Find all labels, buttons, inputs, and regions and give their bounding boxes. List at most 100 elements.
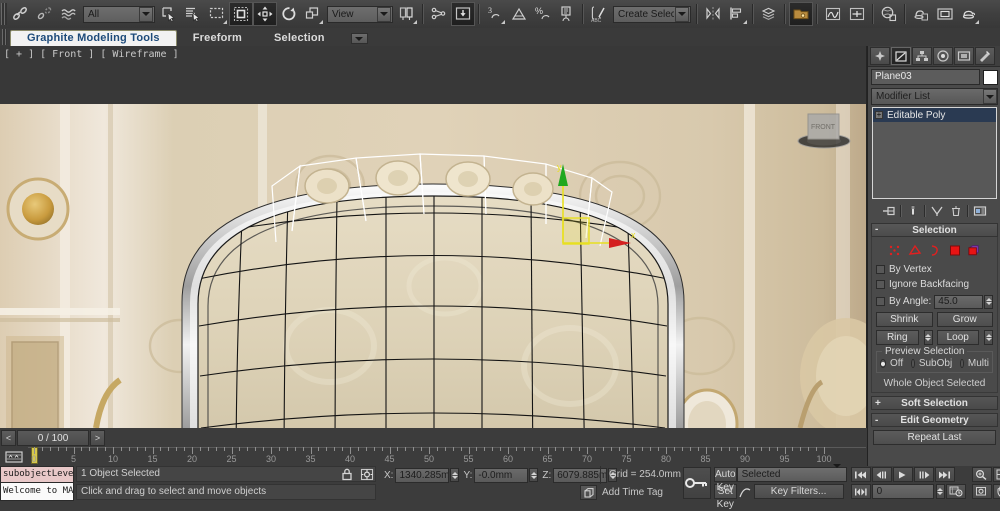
selection-rollout-header[interactable]: - Selection [871,223,998,237]
ring-spinner[interactable] [923,330,933,345]
previous-frame-nudge-button[interactable]: < [1,429,16,446]
make-unique-button[interactable] [929,204,945,219]
loop-button[interactable]: Loop [936,330,979,345]
unlink-selection-button[interactable] [33,2,57,26]
by-angle-spinner[interactable] [984,294,993,309]
polygon-level-button[interactable] [947,243,962,257]
ribbon-tab-selection[interactable]: Selection [258,30,341,46]
y-spinner[interactable] [529,468,539,482]
viewport-label[interactable]: [ + ] [ Front ] [ Wireframe ] [4,49,179,60]
show-end-result-button[interactable] [905,204,921,219]
go-to-end-button[interactable] [934,467,955,482]
selection-filter-arrow[interactable] [139,6,153,22]
remove-modifier-button[interactable] [948,204,964,219]
play-animation-button[interactable] [892,467,913,482]
field-of-view-button[interactable] [971,484,992,499]
track-bar-ruler[interactable]: 0 5 10 15 20 25 30 35 40 45 50 55 60 65 70 75 80 85 90 95 10… [28,447,866,466]
window-crossing-button[interactable] [229,2,253,26]
ribbon-tab-freeform[interactable]: Freeform [177,30,258,46]
time-configuration-button[interactable] [945,484,966,499]
ignore-backfacing-checkbox[interactable] [876,280,885,289]
soft-selection-rollout-header[interactable]: + Soft Selection [871,396,998,410]
loop-spinner[interactable] [984,330,993,345]
pan-view-button[interactable] [992,484,1000,499]
spinner-snap-button[interactable]: % [531,2,555,26]
angle-snap-button[interactable]: 3 [483,2,507,26]
time-tag-button[interactable] [580,485,597,500]
rollout-toggle-icon[interactable]: + [875,398,881,409]
repeat-last-button[interactable]: Repeat Last [873,430,996,445]
shrink-button[interactable]: Shrink [876,312,933,327]
by-angle-field[interactable]: 45.0 [934,294,983,309]
y-field[interactable]: -0.0mm [474,467,529,483]
border-level-button[interactable] [927,243,942,257]
expand-icon[interactable]: + [875,111,883,119]
modify-tab[interactable] [891,47,911,65]
key-mode-button[interactable] [850,484,871,499]
rendered-frame-window-button[interactable] [933,2,957,26]
go-to-start-button[interactable] [850,467,871,482]
object-name-field[interactable]: Plane03 [871,69,980,85]
key-filters-button[interactable]: Key Filters... [753,484,844,499]
current-frame-field[interactable]: 0 [871,484,934,499]
track-bar[interactable]: 0 5 10 15 20 25 30 35 40 45 50 55 60 65 70 75 80 85 90 95 10… [0,447,866,467]
next-frame-nudge-button[interactable]: > [90,429,105,446]
mirror-button[interactable] [701,2,725,26]
maxscript-mini-listener[interactable]: subobjectLevel Welcome to MAX! [0,466,74,501]
render-production-button[interactable] [957,2,981,26]
edge-level-button[interactable] [907,243,922,257]
use-center-button[interactable] [395,2,419,26]
ribbon-grip[interactable] [2,29,7,45]
layer-manager-button[interactable] [757,2,781,26]
named-selection-sets-button[interactable]: ABC [587,2,611,26]
by-angle-checkbox[interactable] [876,297,885,306]
utilities-tab[interactable] [975,47,995,65]
rollout-toggle-icon[interactable]: - [875,415,878,426]
select-object-button[interactable] [157,2,181,26]
reference-coordinate-combo[interactable]: View [327,5,393,23]
configure-modifier-sets-button[interactable] [972,204,988,219]
percent-snap-button[interactable] [507,2,531,26]
selection-filter-combo[interactable]: All [83,5,155,23]
modifier-list-combo[interactable]: Modifier List [871,88,998,105]
toolbar-grip[interactable] [1,3,7,25]
select-and-rotate-button[interactable] [277,2,301,26]
named-selection-set-arrow[interactable] [675,6,689,22]
modifier-list-arrow[interactable] [983,89,997,104]
viewport-scene[interactable]: y x FRONT [0,46,866,428]
maxscript-output-line[interactable]: Welcome to MAX! [0,483,74,501]
select-and-move-button[interactable] [253,2,277,26]
snaps-toggle-button[interactable] [451,2,475,26]
bind-space-warp-button[interactable] [57,2,81,26]
select-by-name-button[interactable] [181,2,205,26]
edit-geometry-rollout-header[interactable]: - Edit Geometry [871,413,998,427]
selection-region-button[interactable] [205,2,229,26]
zoom-all-button[interactable] [992,467,1000,482]
by-vertex-checkbox[interactable] [876,265,885,274]
preview-off-radio[interactable] [880,359,886,368]
by-angle-row[interactable]: By Angle: 45.0 [876,294,993,309]
curve-editor-button[interactable] [821,2,845,26]
x-field[interactable]: 1340.285m [395,467,450,483]
align-button[interactable] [725,2,749,26]
modifier-stack-item-editable-poly[interactable]: + Editable Poly [873,108,996,122]
maxscript-input-line[interactable]: subobjectLevel [0,466,74,483]
rollout-toggle-icon[interactable]: - [875,225,878,235]
ring-button[interactable]: Ring [876,330,919,345]
next-frame-button[interactable] [913,467,934,482]
set-key-curve-button[interactable] [737,484,754,499]
select-link-button[interactable] [9,2,33,26]
schematic-view-button[interactable] [845,2,869,26]
x-spinner[interactable] [450,468,460,482]
grow-button[interactable]: Grow [936,312,993,327]
pin-stack-button[interactable] [881,204,897,219]
previous-frame-button[interactable] [871,467,892,482]
motion-tab[interactable] [933,47,953,65]
display-tab[interactable] [954,47,974,65]
select-and-scale-button[interactable] [301,2,325,26]
reference-coordinate-arrow[interactable] [377,6,391,22]
absolute-relative-mode-button[interactable] [358,467,375,482]
edit-named-selection-button[interactable] [555,2,579,26]
element-level-button[interactable] [967,243,982,257]
add-time-tag-label[interactable]: Add Time Tag [602,487,663,498]
